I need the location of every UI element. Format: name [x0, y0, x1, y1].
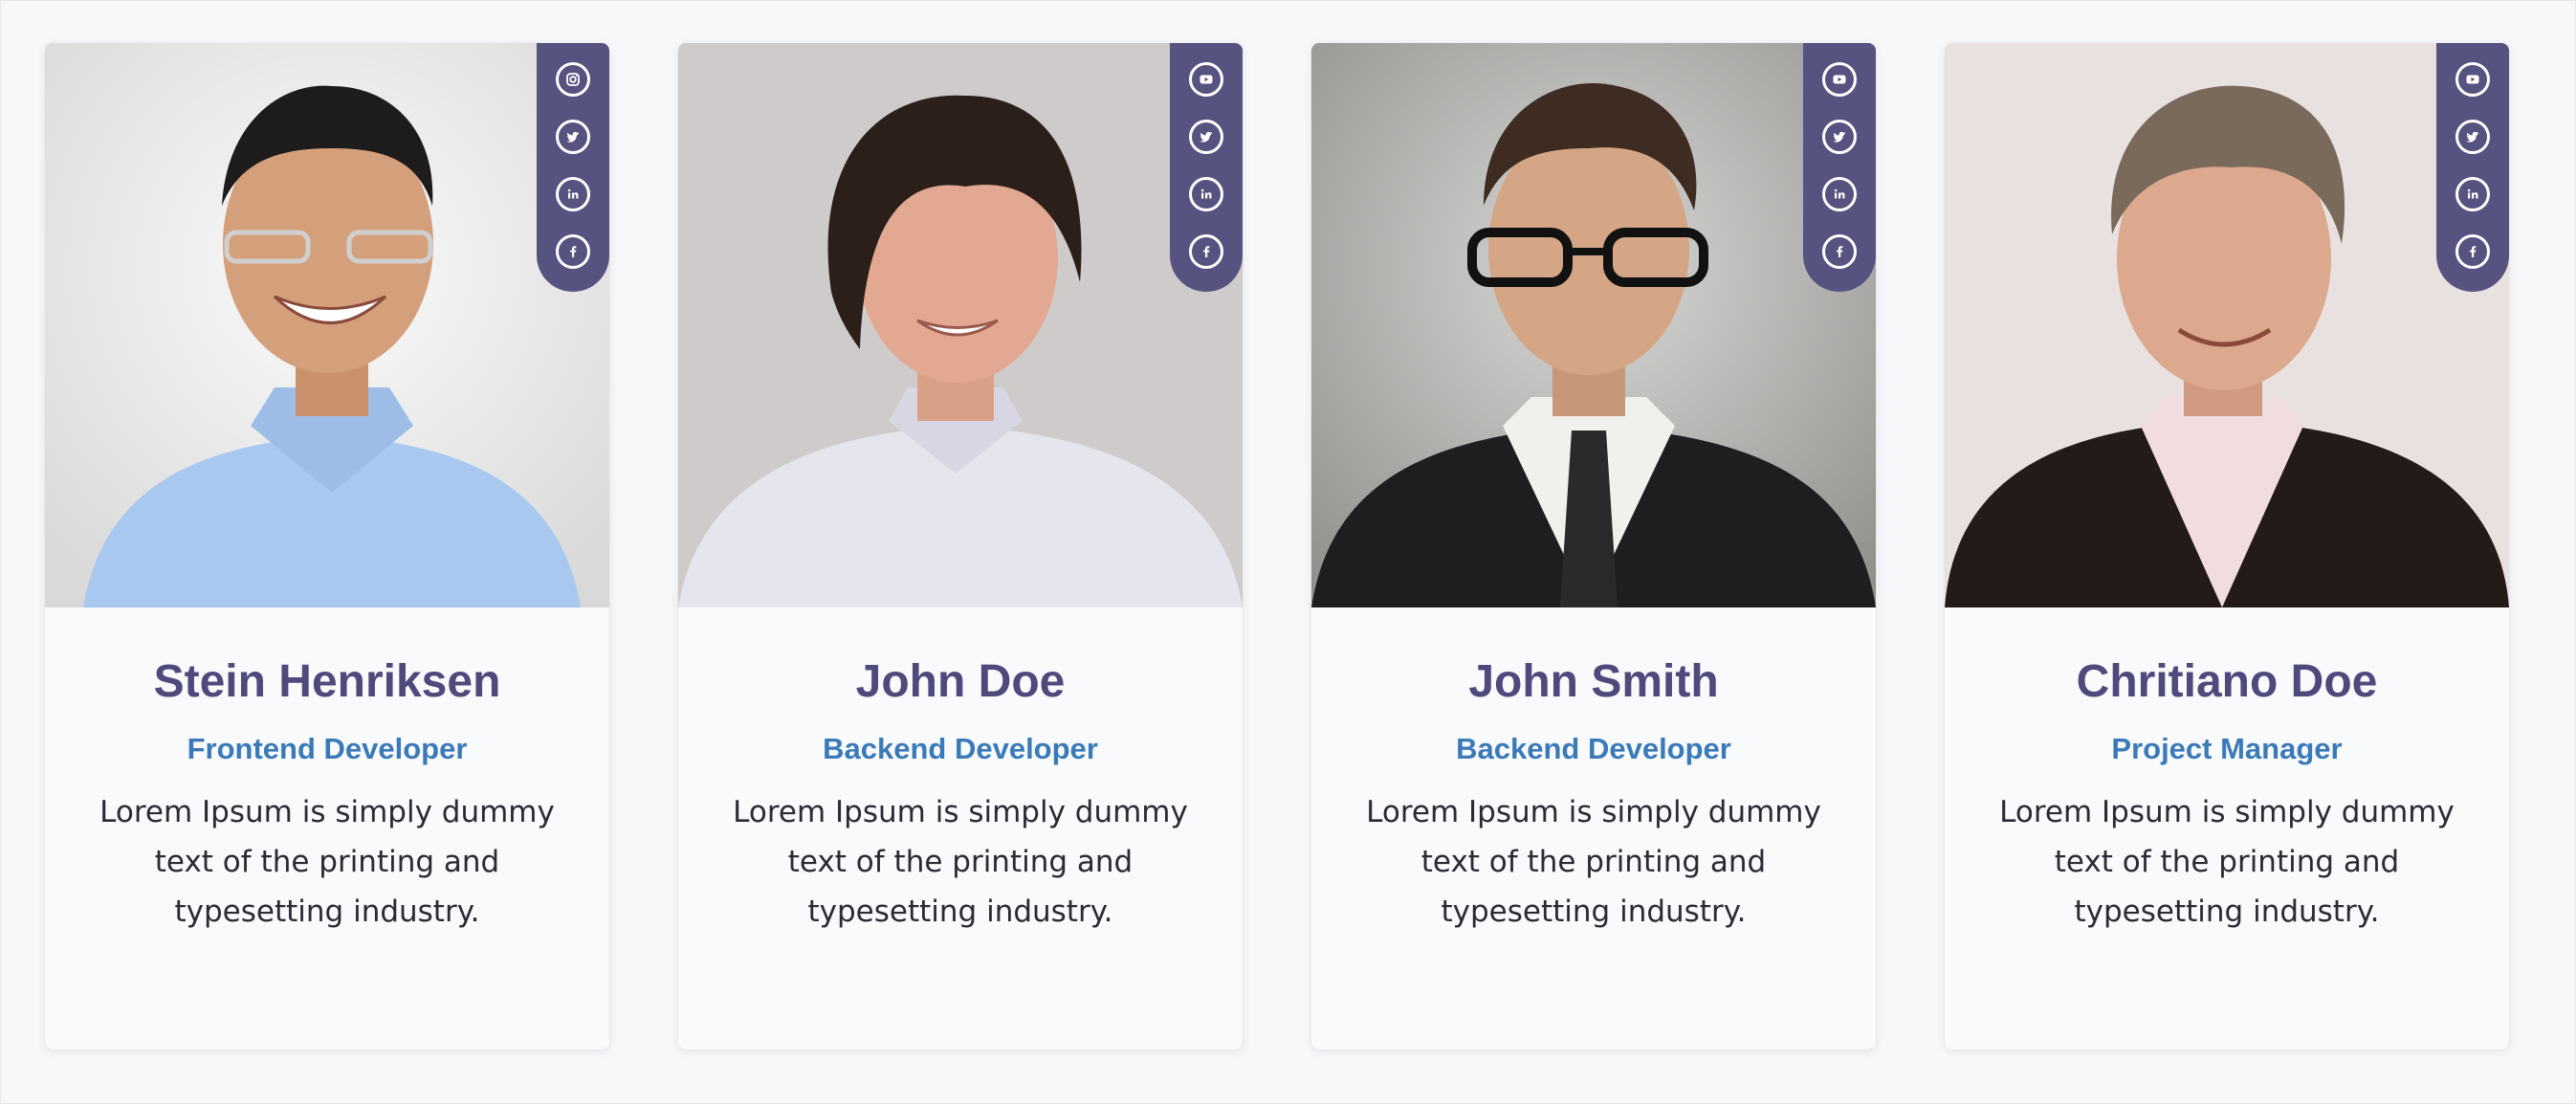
social-links — [1170, 43, 1243, 292]
team-card: Chritiano Doe Project Manager Lorem Ipsu… — [1945, 43, 2509, 1049]
member-photo — [45, 43, 609, 607]
member-role: Backend Developer — [1456, 732, 1731, 765]
youtube-icon[interactable] — [1822, 62, 1857, 97]
member-description: Lorem Ipsum is simply dummy text of the … — [1366, 795, 1821, 929]
instagram-icon[interactable] — [556, 62, 590, 97]
member-description: Lorem Ipsum is simply dummy text of the … — [1999, 795, 2455, 929]
twitter-icon[interactable] — [1189, 120, 1223, 154]
member-photo — [1311, 43, 1876, 607]
portrait-image — [1311, 43, 1876, 607]
linkedin-icon[interactable] — [1822, 177, 1857, 211]
member-info: John Doe Backend Developer Lorem Ipsum i… — [678, 655, 1243, 937]
portrait-image — [45, 43, 609, 607]
portrait-image — [678, 43, 1243, 607]
linkedin-icon[interactable] — [1189, 177, 1223, 211]
team-card: John Doe Backend Developer Lorem Ipsum i… — [678, 43, 1243, 1049]
member-description: Lorem Ipsum is simply dummy text of the … — [99, 795, 555, 929]
social-links — [2436, 43, 2509, 292]
social-links — [1803, 43, 1876, 292]
team-card: Stein Henriksen Frontend Developer Lorem… — [45, 43, 609, 1049]
member-info: Stein Henriksen Frontend Developer Lorem… — [45, 655, 609, 937]
twitter-icon[interactable] — [1822, 120, 1857, 154]
member-info: Chritiano Doe Project Manager Lorem Ipsu… — [1945, 655, 2509, 937]
member-name: Chritiano Doe — [2076, 656, 2378, 707]
team-card: John Smith Backend Developer Lorem Ipsum… — [1311, 43, 1876, 1049]
youtube-icon[interactable] — [2455, 62, 2490, 97]
facebook-icon[interactable] — [1189, 234, 1223, 269]
member-info: John Smith Backend Developer Lorem Ipsum… — [1311, 655, 1876, 937]
social-links — [537, 43, 609, 292]
facebook-icon[interactable] — [556, 234, 590, 269]
member-name: John Doe — [855, 656, 1066, 707]
member-name: John Smith — [1468, 656, 1719, 707]
member-role: Project Manager — [2111, 732, 2343, 765]
facebook-icon[interactable] — [2455, 234, 2490, 269]
linkedin-icon[interactable] — [556, 177, 590, 211]
member-name: Stein Henriksen — [153, 656, 501, 707]
member-description: Lorem Ipsum is simply dummy text of the … — [733, 795, 1188, 929]
member-role: Backend Developer — [823, 732, 1098, 765]
team-grid: Stein Henriksen Frontend Developer Lorem… — [45, 43, 2509, 1049]
member-photo — [1945, 43, 2509, 607]
twitter-icon[interactable] — [2455, 120, 2490, 154]
twitter-icon[interactable] — [556, 120, 590, 154]
linkedin-icon[interactable] — [2455, 177, 2490, 211]
portrait-image — [1945, 43, 2509, 607]
team-section: Stein Henriksen Frontend Developer Lorem… — [0, 0, 2576, 1104]
facebook-icon[interactable] — [1822, 234, 1857, 269]
member-photo — [678, 43, 1243, 607]
member-role: Frontend Developer — [187, 732, 468, 765]
youtube-icon[interactable] — [1189, 62, 1223, 97]
